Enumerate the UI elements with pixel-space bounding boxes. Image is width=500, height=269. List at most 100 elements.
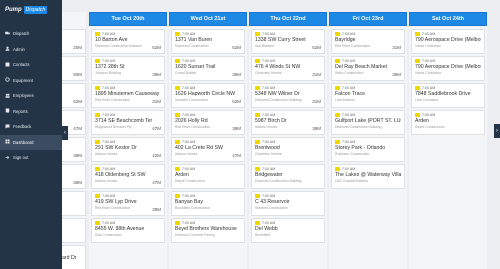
job-card[interactable]: 7:00 AM Arden Rayve Construction	[411, 110, 485, 135]
status-badge	[175, 221, 180, 225]
sidebar-item-dashboard[interactable]: Dashboard	[0, 134, 62, 150]
pump-size: 39M	[152, 72, 161, 77]
status-badge	[255, 59, 260, 63]
job-card[interactable]: 7:00 AM The Lakes @ Waterway Village CBC C…	[331, 164, 405, 189]
sidebar-item-label: Equipment	[13, 77, 34, 83]
job-customer: Brookfield Construction	[175, 206, 211, 210]
day-header[interactable]: Sat Oct 24th	[409, 12, 487, 26]
sidebar: Pump Dispatch Dispatch Admin Contacts Equip…	[0, 0, 62, 269]
sidebar-item-feedback[interactable]: Feedback	[0, 119, 62, 135]
job-time-row: 7:00 AM	[175, 194, 241, 198]
sidebar-item-contacts[interactable]: Contacts	[0, 57, 62, 73]
job-card[interactable]: 7:00 AM C 43 Reservoir Stanford Constructi…	[251, 191, 325, 216]
employees-icon	[5, 93, 10, 99]
job-card[interactable]: 7:00 AM 7848 Saddlebrook Drive Lark Contra…	[411, 83, 485, 108]
job-title: The Lakes @ Waterway Village	[335, 172, 401, 178]
calendar-board: Tue Oct 20th 7:00 AM 10 Barton Ave Diamond …	[0, 12, 500, 269]
job-card[interactable]: 7:00 AM 5987 Birch Dr Adams Homes 38M	[251, 110, 325, 135]
sidebar-item-employees[interactable]: Employees	[0, 88, 62, 104]
job-card[interactable]: 7:00 AM 1372 28th St Johnson Building 39M	[91, 56, 165, 81]
job-card[interactable]: 7:00 AM Del Ray Beach Market Seiko Constru…	[331, 56, 405, 81]
pump-size: 31M	[312, 99, 321, 104]
job-title: 1371 Van Buren	[175, 37, 213, 43]
job-title: Beyel Brothers Warehouse	[175, 226, 237, 232]
job-card[interactable]: 7:00 AMGulfport Lake (PORT ST. LUCIE)Dia…	[331, 110, 405, 135]
job-card[interactable]: 7:00 AM 402 La Crete Rd SW Adams Homes 47M	[171, 137, 245, 162]
pump-size: 38M	[232, 126, 241, 131]
pump-size: 52M	[152, 45, 161, 50]
job-time-row: 7:00 AM	[255, 59, 321, 63]
day-column: Wed Oct 21st 7:00 AM 1371 Van Buren Diamond…	[169, 12, 247, 269]
job-customer: Diamond Construction Building	[255, 179, 302, 183]
day-header[interactable]: Thu Oct 22nd	[249, 12, 327, 26]
job-time-row: 7:00 AM	[95, 113, 161, 117]
job-card[interactable]: 7:00 AM790 Aerospace Drive (Melbourne Ai…	[411, 56, 485, 81]
job-card[interactable]: 7:00 AM 2026 Holly Rd Red River Constructi…	[171, 110, 245, 135]
job-customer: CBC Coastal Builders	[335, 179, 368, 183]
job-card[interactable]: 7:00 AM 1371 Van Buren Diamond Constructio…	[171, 29, 245, 54]
job-card[interactable]: 7:00 AM790 Aerospace Drive (Melbourne Ai…	[411, 29, 485, 54]
job-card[interactable]: 7:00 AM 3714 SE Beachcomb Ter Ridgewood Se…	[91, 110, 165, 135]
job-card[interactable]: 7:00 AM 418 Oldenberg St SW Adams Homes 47M	[91, 164, 165, 189]
job-list: 7:00 AM Bayridge Red River Construction 31M…	[331, 29, 405, 269]
job-customer: Diamond Construction Builders	[95, 44, 142, 48]
job-time: 7:00 AM	[422, 86, 436, 90]
job-card[interactable]: 7:00 AM Storey Park - Orlando Robinson Con…	[331, 137, 405, 162]
equipment-icon	[5, 77, 10, 83]
job-card[interactable]: 7:00 AM 291 SW Kestor Dr Adams Homes 42M	[91, 137, 165, 162]
feedback-icon	[5, 124, 10, 130]
job-card[interactable]: 7:00 AM Banyan Bay Brookfield Construction	[171, 191, 245, 216]
job-title: Falcon Trace	[335, 91, 365, 97]
status-badge	[255, 167, 260, 171]
job-card[interactable]: 7:00 AM Bridgewater Diamond Construction B…	[251, 164, 325, 189]
job-customer: Rayve Construction	[415, 125, 445, 129]
sidebar-item-label: Contacts	[13, 62, 30, 68]
sidebar-item-admin[interactable]: Admin	[0, 42, 62, 58]
day-header[interactable]: Wed Oct 21st	[169, 12, 247, 26]
app-logo[interactable]: Pump Dispatch	[0, 0, 62, 20]
sidebar-item-reports[interactable]: Reports	[0, 104, 62, 120]
job-card[interactable]: 7:00 AM 1338 SW Curry Street Ash Builders 5…	[251, 29, 325, 54]
job-time: 7:00 AM	[262, 113, 276, 117]
job-card[interactable]: 7:00 AM 10 Barton Ave Diamond Construction…	[91, 29, 165, 54]
job-card[interactable]: 7:00 AM 1626 Hapworth Circle NW Sunwest Co…	[171, 83, 245, 108]
job-card[interactable]: 7:00 AM Del Webb Brookfield	[251, 218, 325, 243]
job-time: 7:00 AM	[182, 221, 196, 225]
job-customer: Lark Contractor	[415, 98, 439, 102]
sidebar-collapse-button[interactable]: ‹	[62, 126, 68, 140]
job-time-row: 7:00 AM	[175, 167, 241, 171]
sidebar-item-dispatch[interactable]: Dispatch	[0, 26, 62, 42]
next-week-button[interactable]: ›	[494, 124, 500, 138]
day-header[interactable]: Tue Oct 20th	[89, 12, 167, 26]
job-card[interactable]: 7:00 AM Bayridge Red River Construction 31M	[331, 29, 405, 54]
day-header[interactable]: Fri Oct 23rd	[329, 12, 407, 26]
status-badge	[175, 194, 180, 198]
job-customer: Red River Construction	[335, 44, 371, 48]
job-time-row: 7:00 AM	[335, 167, 401, 171]
job-time: 7:00 AM	[262, 140, 276, 144]
job-title: Bridgewater	[255, 172, 283, 178]
job-card[interactable]: 7:00 AM 8455 W. 98th Avenue Kids Construct…	[91, 218, 165, 243]
job-time-row: 7:00 AM	[95, 221, 161, 225]
job-card[interactable]: 7:00 AM 5348 NW Wilner Dr Diamond Construc…	[251, 83, 325, 108]
job-time: 7:00 AM	[262, 86, 276, 90]
job-time: 7:00 AM	[182, 59, 196, 63]
job-card[interactable]: 7:00 AM 476 4 Winds St NW Clearview Homes 3…	[251, 56, 325, 81]
job-card[interactable]: 7:00 AM 1620 Sunset Trail Crowd Builder 38M	[171, 56, 245, 81]
job-card[interactable]: 7:00 AM 419 SW Lyp Drive Red River Constru…	[91, 191, 165, 216]
job-card[interactable]: 7:00 AM 1895 Minutemen Causeway Red River …	[91, 83, 165, 108]
status-badge	[95, 113, 100, 117]
job-card[interactable]: 7:00 AM Brentwood Clearview Homes	[251, 137, 325, 162]
job-card[interactable]: 7:00 AM Arden Rayve Construction	[171, 164, 245, 189]
job-time: 7:00 AM	[102, 32, 116, 36]
job-title: 476 4 Winds St NW	[255, 64, 301, 70]
status-badge	[335, 32, 340, 36]
job-card[interactable]: 7:00 AM Beyel Brothers Warehouse Diamond C…	[171, 218, 245, 243]
job-title: 1338 SW Curry Street	[255, 37, 306, 43]
pump-size: 47M	[152, 126, 161, 131]
sidebar-item-sign-out[interactable]: Sign out	[0, 150, 62, 166]
job-card[interactable]: 7:00 AM Falcon Trace Lark Builders	[331, 83, 405, 108]
job-customer: Rayve Construction	[175, 179, 205, 183]
sidebar-item-equipment[interactable]: Equipment	[0, 73, 62, 89]
job-title: Brentwood	[255, 145, 280, 151]
